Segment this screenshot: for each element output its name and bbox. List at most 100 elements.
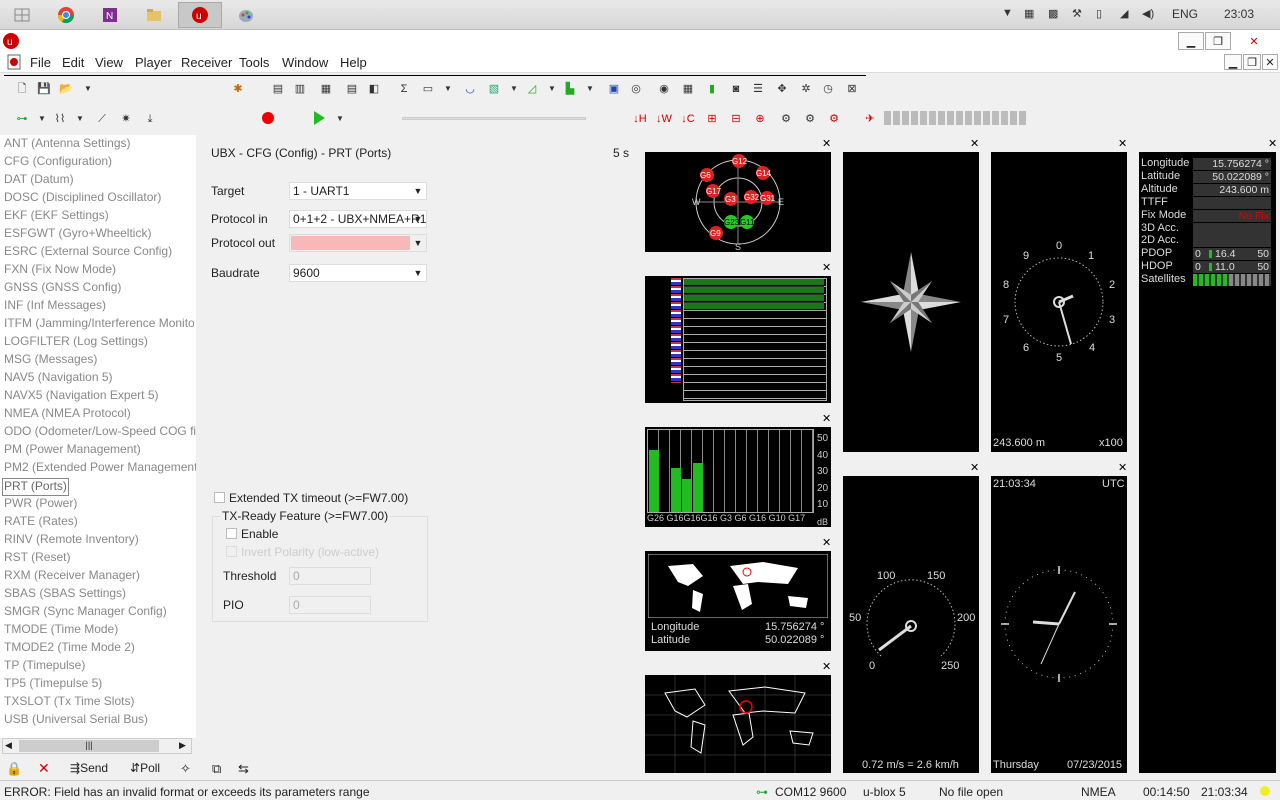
satellite-icon[interactable]: ✈ [862, 111, 878, 127]
child-restore-button[interactable]: ❐ [1243, 54, 1261, 70]
protocol-out-select[interactable]: ▼ [289, 234, 427, 252]
wand-icon[interactable]: ⟋ [94, 111, 110, 127]
compass-icon[interactable]: ✥ [774, 81, 790, 97]
tree-item[interactable]: FXN (Fix Now Mode) [4, 262, 116, 280]
tray-chevron-icon[interactable]: ▼ [1002, 7, 1013, 19]
tree-item[interactable]: LOGFILTER (Log Settings) [4, 334, 148, 352]
chart-icon[interactable]: ◿ [524, 81, 540, 97]
tree-item[interactable]: RATE (Rates) [4, 514, 78, 532]
doc1-icon[interactable]: ▤ [270, 81, 286, 97]
copy-icon[interactable]: ⧉ [212, 761, 221, 777]
msg-plus-icon[interactable]: ⊕ [752, 111, 768, 127]
tree-item[interactable]: SMGR (Sync Manager Config) [4, 604, 167, 622]
record-icon[interactable] [262, 112, 274, 124]
tray-volume-icon[interactable]: ◀) [1142, 7, 1154, 20]
window-dropdown-icon[interactable]: ▼ [440, 81, 456, 97]
child-minimize-button[interactable]: ▁ [1224, 54, 1242, 70]
sky-close-icon[interactable]: ✕ [822, 137, 831, 150]
tree-item[interactable]: ESRC (External Source Config) [4, 244, 172, 262]
histogram-icon[interactable]: ▙ [562, 81, 578, 97]
image-icon[interactable]: ▧ [486, 81, 502, 97]
tree-item[interactable]: TXSLOT (Tx Time Slots) [4, 694, 134, 712]
autobaud-icon[interactable]: ✷ [118, 111, 134, 127]
scroll-left-icon[interactable]: ◀ [5, 740, 12, 751]
paint-icon[interactable] [224, 2, 268, 28]
tree-item[interactable]: ITFM (Jamming/Interference Monito [4, 316, 195, 334]
tree-item[interactable]: MSG (Messages) [4, 352, 97, 370]
deviation-icon[interactable]: ▣ [606, 81, 622, 97]
tree-item[interactable]: RXM (Receiver Manager) [4, 568, 140, 586]
tree-item[interactable]: INF (Inf Messages) [4, 298, 106, 316]
tree-item[interactable]: PRT (Ports) [2, 478, 69, 496]
tree-item[interactable]: CFG (Configuration) [4, 154, 112, 172]
tree-item[interactable]: GNSS (GNSS Config) [4, 280, 121, 298]
gear1-icon[interactable]: ⚙ [778, 111, 794, 127]
ucenter-icon[interactable]: u [178, 2, 222, 28]
tree-item[interactable]: TP5 (Timepulse 5) [4, 676, 102, 694]
tree-item[interactable]: USB (Universal Serial Bus) [4, 712, 148, 730]
table-view-icon[interactable]: ▤ [344, 81, 360, 97]
info-close-icon[interactable]: ✕ [1268, 137, 1277, 150]
menu-tools[interactable]: Tools [239, 55, 269, 70]
enable-checkbox[interactable] [226, 528, 237, 539]
minimize-button[interactable]: ▁ [1178, 32, 1204, 50]
open-dropdown-icon[interactable]: ▼ [80, 81, 96, 97]
poll-button[interactable]: ⇵Poll [130, 761, 160, 775]
download-icon[interactable]: ⤓ [142, 111, 158, 127]
onenote-icon[interactable]: N [88, 2, 132, 28]
tree-item[interactable]: NAVX5 (Navigation Expert 5) [4, 388, 159, 406]
play-icon[interactable] [314, 111, 325, 125]
playback-slider[interactable] [402, 117, 586, 120]
tree-item[interactable]: TMODE (Time Mode) [4, 622, 118, 640]
map1-close-icon[interactable]: ✕ [822, 536, 831, 549]
connect-dropdown-icon[interactable]: ▼ [34, 111, 50, 127]
compass-close-icon[interactable]: ✕ [970, 137, 979, 150]
menu-receiver[interactable]: Receiver [181, 55, 232, 70]
tree-item[interactable]: DOSC (Disciplined Oscillator) [4, 190, 161, 208]
save-icon[interactable]: 💾 [36, 81, 52, 97]
window-icon[interactable]: ▭ [420, 81, 436, 97]
tree-item[interactable]: TP (Timepulse) [4, 658, 85, 676]
target-icon[interactable]: ⊠ [844, 81, 860, 97]
debug-icon[interactable]: ✱ [230, 81, 246, 97]
gear2-icon[interactable]: ⚙ [802, 111, 818, 127]
wizard-icon[interactable]: ✧ [180, 761, 191, 777]
histogram-dropdown-icon[interactable]: ▼ [582, 81, 598, 97]
menu-player[interactable]: Player [135, 55, 172, 70]
tree-item[interactable]: PM (Power Management) [4, 442, 141, 460]
hot-start-icon[interactable]: ↓H [632, 111, 648, 127]
lock-icon[interactable]: 🔒 [6, 761, 22, 777]
baud-icon[interactable]: ⌇⌇ [52, 111, 68, 127]
menu-edit[interactable]: Edit [62, 55, 84, 70]
menu-window[interactable]: Window [282, 55, 328, 70]
msg-icon[interactable]: ⊞ [704, 111, 720, 127]
chrome-icon[interactable] [44, 2, 88, 28]
speed-close-icon[interactable]: ✕ [970, 461, 979, 474]
tree-item[interactable]: RINV (Remote Inventory) [4, 532, 139, 550]
tree-hscrollbar[interactable]: ◀ ||| ▶ [2, 738, 192, 754]
start-icon[interactable] [0, 2, 44, 28]
doc2-icon[interactable]: ▥ [292, 81, 308, 97]
protocol-in-select[interactable]: 0+1+2 - UBX+NMEA+R1 ▼ [289, 210, 427, 228]
altimeter-close-icon[interactable]: ✕ [1118, 137, 1127, 150]
status-port[interactable]: COM12 9600 [775, 785, 846, 799]
tray-network-icon[interactable]: ◢ [1120, 7, 1128, 20]
sigma-icon[interactable]: Σ [396, 81, 412, 97]
tray-clock[interactable]: 23:03 [1224, 7, 1254, 21]
image-dropdown-icon[interactable]: ▼ [506, 81, 522, 97]
tree-item[interactable]: SBAS (SBAS Settings) [4, 586, 126, 604]
tree-item[interactable]: ODO (Odometer/Low-Speed COG fi [4, 424, 196, 442]
tray-tool-icon[interactable]: ⚒ [1072, 7, 1082, 20]
tray-grid-icon[interactable]: ▩ [1048, 7, 1058, 20]
pio-field[interactable]: 0 [289, 596, 371, 614]
connect-icon[interactable]: ⊶ [14, 111, 30, 127]
menu-view[interactable]: View [95, 55, 123, 70]
tray-language[interactable]: ENG [1172, 7, 1198, 21]
child-close-button[interactable]: ✕ [1262, 54, 1278, 70]
tree-item[interactable]: RST (Reset) [4, 550, 70, 568]
send-button[interactable]: ⇶Send [70, 761, 108, 775]
signal-close-icon[interactable]: ✕ [822, 412, 831, 425]
baudrate-select[interactable]: 9600 ▼ [289, 264, 427, 282]
tree-item[interactable]: NAV5 (Navigation 5) [4, 370, 113, 388]
tree-item[interactable]: ESFGWT (Gyro+Wheeltick) [4, 226, 151, 244]
